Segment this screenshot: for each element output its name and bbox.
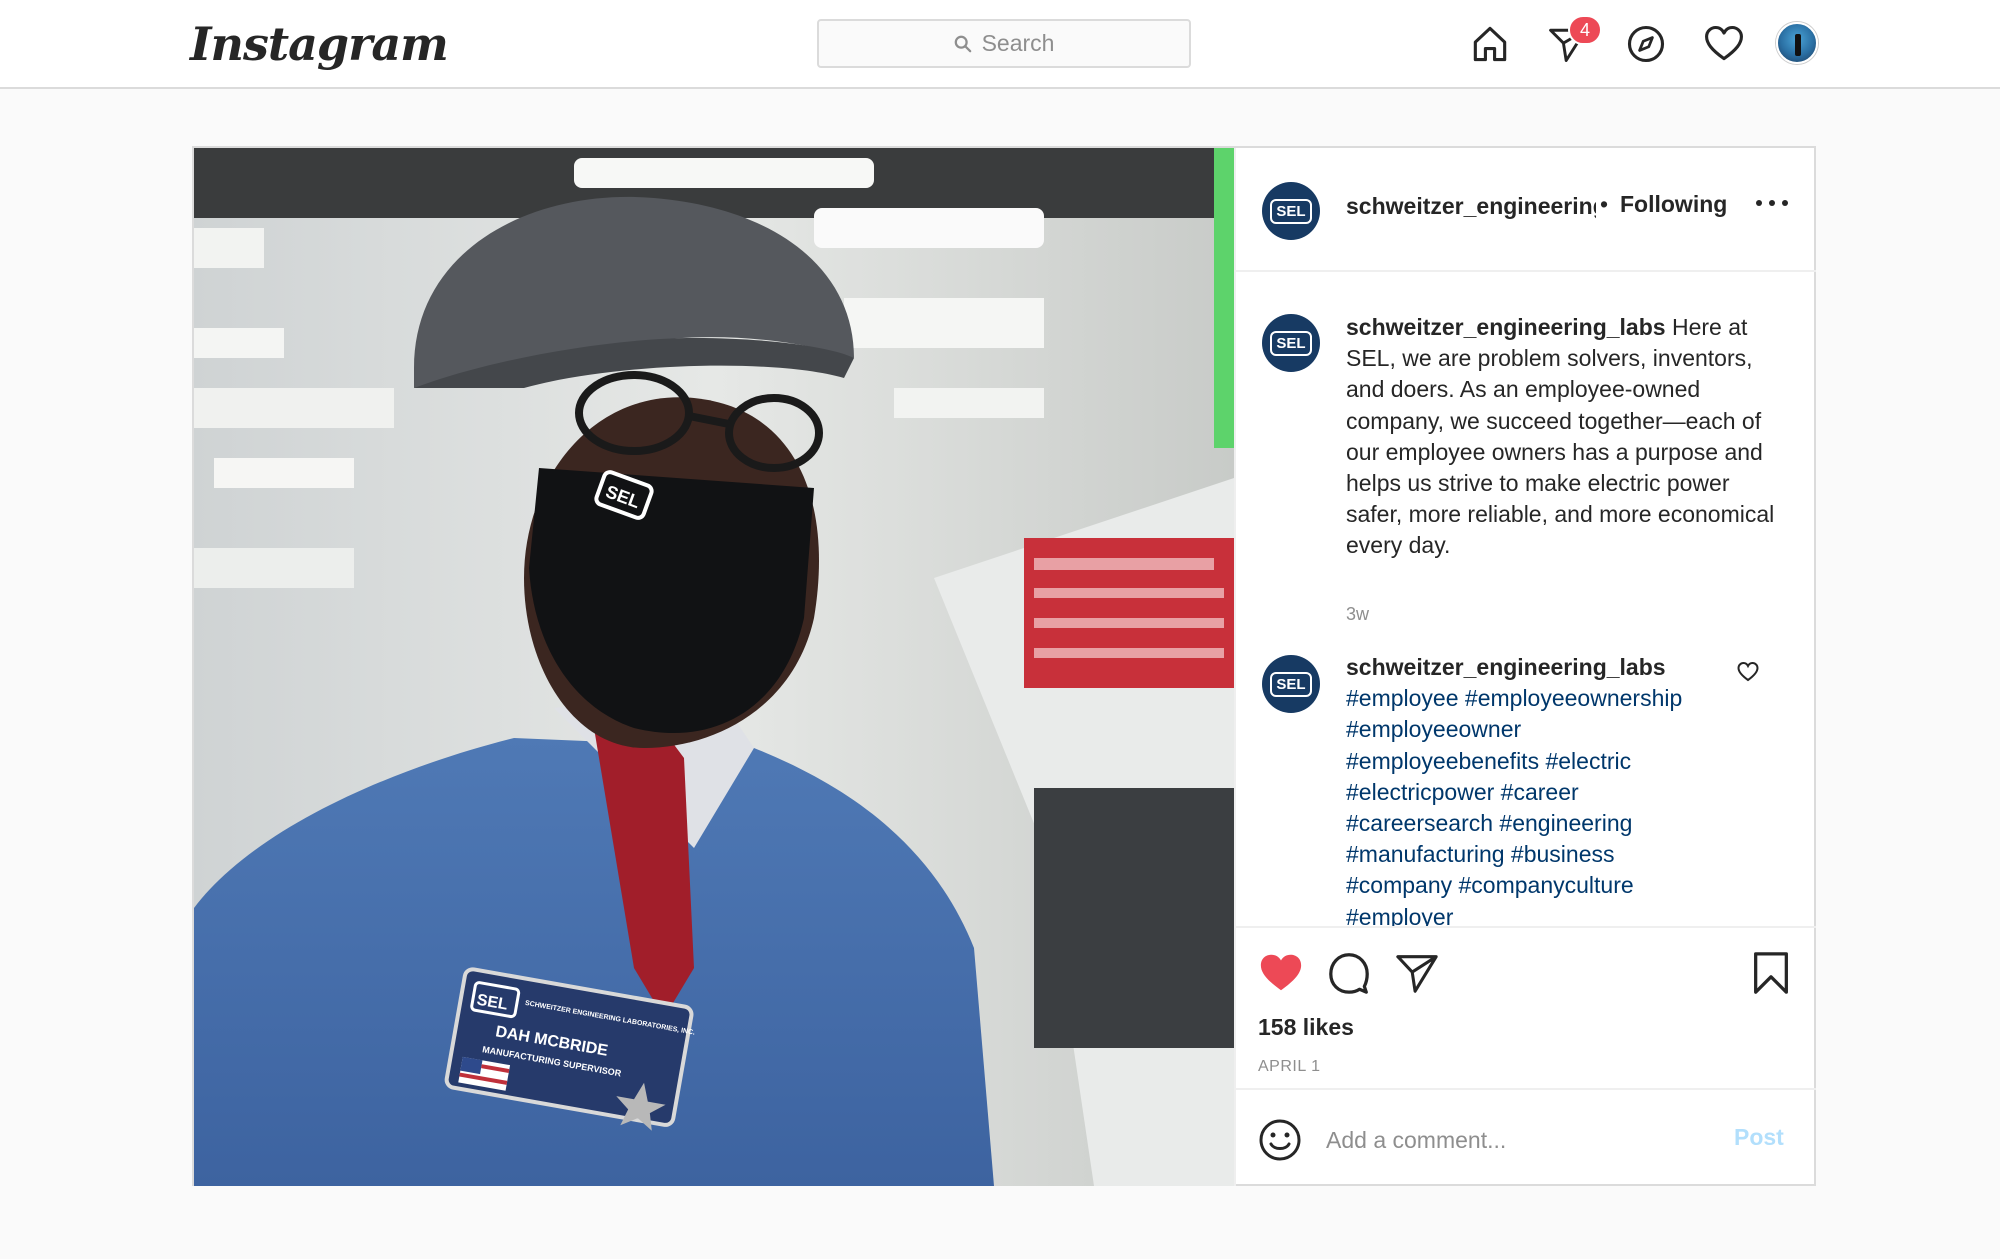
hashtag-line[interactable]: #company #companyculture — [1346, 870, 1766, 901]
profile-avatar[interactable] — [1776, 22, 1818, 64]
post-card: SEL SEL SCHWEITZER ENGINEERING LABORATOR… — [192, 146, 1816, 1186]
more-options-icon[interactable] — [1756, 200, 1788, 210]
home-icon[interactable] — [1464, 18, 1516, 70]
post-header: SEL schweitzer_engineerinɡ • Following — [1236, 148, 1816, 272]
hashtag-comment: schweitzer_engineering_labs #employee #e… — [1346, 652, 1766, 928]
hashtag-line[interactable]: #employee #employeeownership — [1346, 683, 1766, 714]
author-avatar[interactable]: SEL — [1262, 182, 1320, 240]
comment-like-heart-icon[interactable] — [1736, 660, 1760, 684]
post-date[interactable]: APRIL 1 — [1258, 1058, 1321, 1076]
comment-input[interactable] — [1326, 1112, 1716, 1168]
hashtag-line[interactable]: #employer — [1346, 902, 1766, 928]
post-actions: 158 likes APRIL 1 — [1236, 926, 1816, 1076]
author-avatar-text: SEL — [1270, 198, 1312, 224]
post-comment-button[interactable]: Post — [1734, 1124, 1784, 1151]
caption-avatar[interactable]: SEL — [1262, 314, 1320, 372]
emoji-smile-icon[interactable] — [1258, 1118, 1302, 1162]
like-heart-icon[interactable] — [1258, 950, 1304, 996]
hashtag-line[interactable]: #employeeowner — [1346, 714, 1766, 745]
search-icon — [954, 35, 971, 52]
comment-avatar-text: SEL — [1270, 671, 1312, 697]
hashtag-line[interactable]: #employeebenefits #electric — [1346, 746, 1766, 777]
explore-icon[interactable] — [1620, 18, 1672, 70]
caption: schweitzer_engineering_labs Here at SEL,… — [1346, 312, 1776, 562]
post-photo[interactable]: SEL SEL SCHWEITZER ENGINEERING LABORATOR… — [194, 148, 1234, 1186]
comment-avatar[interactable]: SEL — [1262, 655, 1320, 713]
instagram-logo[interactable]: Instagram — [190, 14, 449, 74]
message-count-badge: 4 — [1568, 15, 1602, 45]
hashtag-line[interactable]: #careersearch #engineering — [1346, 808, 1766, 839]
comment-username[interactable]: schweitzer_engineering_labs — [1346, 652, 1766, 683]
post-photo-illustration: SEL SEL SCHWEITZER ENGINEERING LABORATOR… — [194, 148, 1234, 1186]
caption-username[interactable]: schweitzer_engineering_labs — [1346, 314, 1666, 340]
caption-timestamp[interactable]: 3w — [1346, 604, 1369, 625]
search-box[interactable]: Search — [817, 19, 1191, 68]
caption-text: Here at SEL, we are problem solvers, inv… — [1346, 314, 1775, 559]
add-comment-bar: Post — [1236, 1088, 1816, 1184]
comment-bubble-icon[interactable] — [1326, 950, 1372, 996]
share-icon[interactable] — [1394, 950, 1440, 996]
hashtag-line[interactable]: #electricpower #career — [1346, 777, 1766, 808]
save-bookmark-icon[interactable] — [1748, 950, 1794, 996]
author-username[interactable]: schweitzer_engineerinɡ — [1346, 193, 1596, 220]
search-placeholder: Search — [981, 30, 1055, 56]
activity-heart-icon[interactable] — [1698, 18, 1750, 70]
following-button[interactable]: Following — [1620, 191, 1727, 218]
header-separator: • — [1600, 191, 1609, 217]
likes-count[interactable]: 158 likes — [1258, 1014, 1354, 1041]
comments-scroll-area[interactable]: SEL schweitzer_engineering_labs Here at … — [1236, 274, 1816, 928]
hashtag-line[interactable]: #manufacturing #business — [1346, 839, 1766, 870]
caption-avatar-text: SEL — [1270, 330, 1312, 356]
top-nav-bar: Instagram Search 4 — [0, 0, 2000, 89]
post-side-panel: SEL schweitzer_engineerinɡ • Following S… — [1234, 148, 1816, 1186]
